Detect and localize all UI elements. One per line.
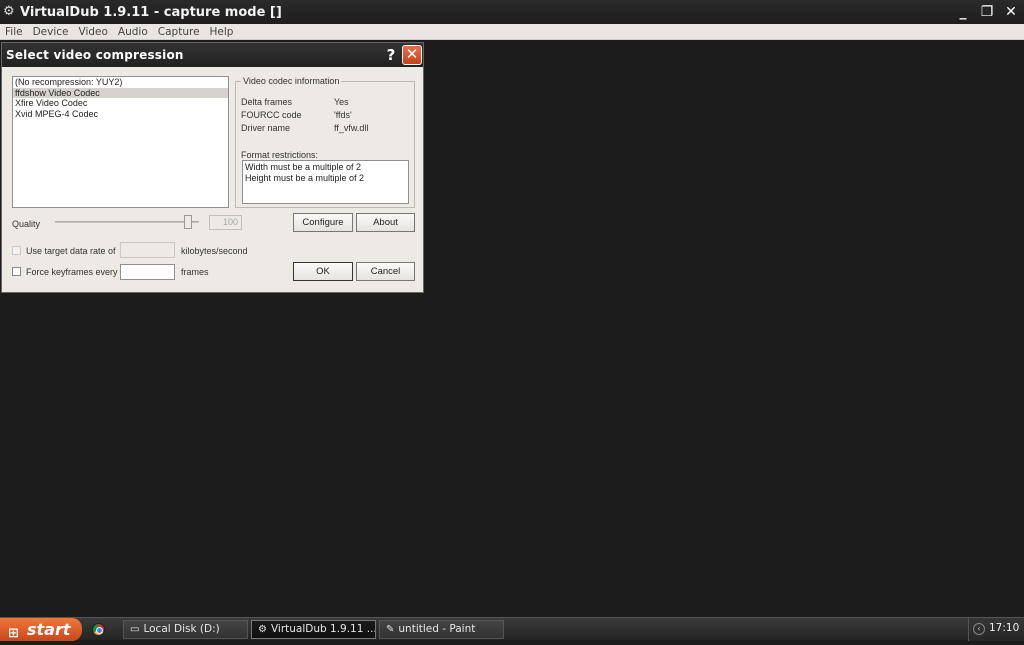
- windows-flag-icon: ⊞: [8, 626, 19, 641]
- codec-list[interactable]: (No recompression: YUY2) ffdshow Video C…: [12, 76, 229, 208]
- codec-item[interactable]: Xvid MPEG-4 Codec: [13, 109, 228, 120]
- codec-item[interactable]: Xfire Video Codec: [13, 98, 228, 109]
- clock[interactable]: 17:10: [989, 622, 1019, 634]
- task-label: untitled - Paint: [398, 623, 476, 635]
- task-paint[interactable]: ✎ untitled - Paint: [379, 620, 504, 639]
- info-label-delta-frames: Delta frames: [241, 97, 293, 107]
- restore-button[interactable]: ❐: [978, 3, 996, 21]
- cancel-button[interactable]: Cancel: [356, 262, 415, 281]
- chrome-icon[interactable]: [92, 623, 105, 636]
- menu-bar: File Device Video Audio Capture Help: [0, 24, 1024, 40]
- menu-audio[interactable]: Audio: [113, 26, 153, 38]
- info-value-fourcc: 'ffds': [334, 110, 352, 120]
- app-titlebar: ⚙ VirtualDub 1.9.11 - capture mode [] _ …: [0, 0, 1024, 24]
- dialog-titlebar[interactable]: Select video compression ? ✕: [2, 43, 423, 67]
- taskbar: ⊞ start ▭ Local Disk (D:) ⚙ VirtualDub 1.9…: [0, 617, 1024, 641]
- codec-item[interactable]: (No recompression: YUY2): [13, 77, 228, 88]
- dialog-title: Select video compression: [6, 48, 184, 62]
- target-rate-label: Use target data rate of: [26, 246, 116, 256]
- about-button[interactable]: About: [356, 213, 415, 232]
- task-local-disk[interactable]: ▭ Local Disk (D:): [123, 620, 248, 639]
- minimize-button[interactable]: _: [954, 3, 972, 21]
- keyframes-input[interactable]: [120, 264, 175, 280]
- menu-video[interactable]: Video: [74, 26, 113, 38]
- keyframes-unit: frames: [181, 267, 209, 277]
- quality-slider-thumb[interactable]: [184, 215, 192, 229]
- quality-value-field: 100: [209, 215, 242, 230]
- codec-item-selected[interactable]: ffdshow Video Codec: [13, 87, 228, 98]
- gears-icon: ⚙: [3, 4, 15, 19]
- restriction-line: Width must be a multiple of 2: [245, 162, 362, 172]
- help-button[interactable]: ?: [382, 46, 400, 64]
- quality-label: Quality: [12, 219, 41, 229]
- task-label: Local Disk (D:): [143, 623, 220, 635]
- system-tray: ‹ 17:10: [968, 618, 1024, 641]
- menu-file[interactable]: File: [0, 26, 28, 38]
- dialog-close-button[interactable]: ✕: [402, 45, 422, 65]
- target-rate-unit: kilobytes/second: [181, 246, 248, 256]
- select-video-compression-dialog: Select video compression ? ✕ (No recompr…: [1, 42, 424, 293]
- target-rate-checkbox[interactable]: [12, 246, 21, 255]
- task-label: VirtualDub 1.9.11 ...: [270, 623, 376, 635]
- info-value-driver: ff_vfw.dll: [334, 123, 369, 133]
- drive-icon: ▭: [130, 624, 140, 635]
- menu-capture[interactable]: Capture: [153, 26, 205, 38]
- force-keyframes-checkbox[interactable]: [12, 267, 21, 276]
- format-restrictions-box: Width must be a multiple of 2 Height mus…: [242, 160, 409, 204]
- info-label-fourcc: FOURCC code: [241, 110, 302, 120]
- task-virtualdub[interactable]: ⚙ VirtualDub 1.9.11 ...: [251, 620, 376, 639]
- codec-info-legend: Video codec information: [241, 76, 342, 86]
- configure-button[interactable]: Configure: [293, 213, 353, 232]
- paint-icon: ✎: [386, 624, 395, 635]
- format-restrictions-label: Format restrictions:: [241, 150, 319, 160]
- menu-device[interactable]: Device: [28, 26, 74, 38]
- codec-info-group: Video codec information Delta frames Yes…: [235, 76, 415, 208]
- target-rate-input[interactable]: [120, 242, 175, 258]
- force-keyframes-label: Force keyframes every: [26, 267, 118, 277]
- info-value-delta-frames: Yes: [334, 97, 349, 107]
- restriction-line: Height must be a multiple of 2: [245, 172, 365, 183]
- menu-help[interactable]: Help: [205, 26, 239, 38]
- start-button[interactable]: ⊞ start: [0, 618, 82, 641]
- tray-expand-icon[interactable]: ‹: [973, 623, 985, 635]
- ok-button[interactable]: OK: [293, 262, 353, 281]
- app-title: VirtualDub 1.9.11 - capture mode []: [20, 4, 282, 20]
- start-label: start: [27, 620, 71, 639]
- info-label-driver: Driver name: [241, 123, 291, 133]
- close-window-button[interactable]: ✕: [1002, 3, 1020, 21]
- quality-slider[interactable]: [55, 221, 199, 223]
- gears-icon: ⚙: [258, 624, 267, 635]
